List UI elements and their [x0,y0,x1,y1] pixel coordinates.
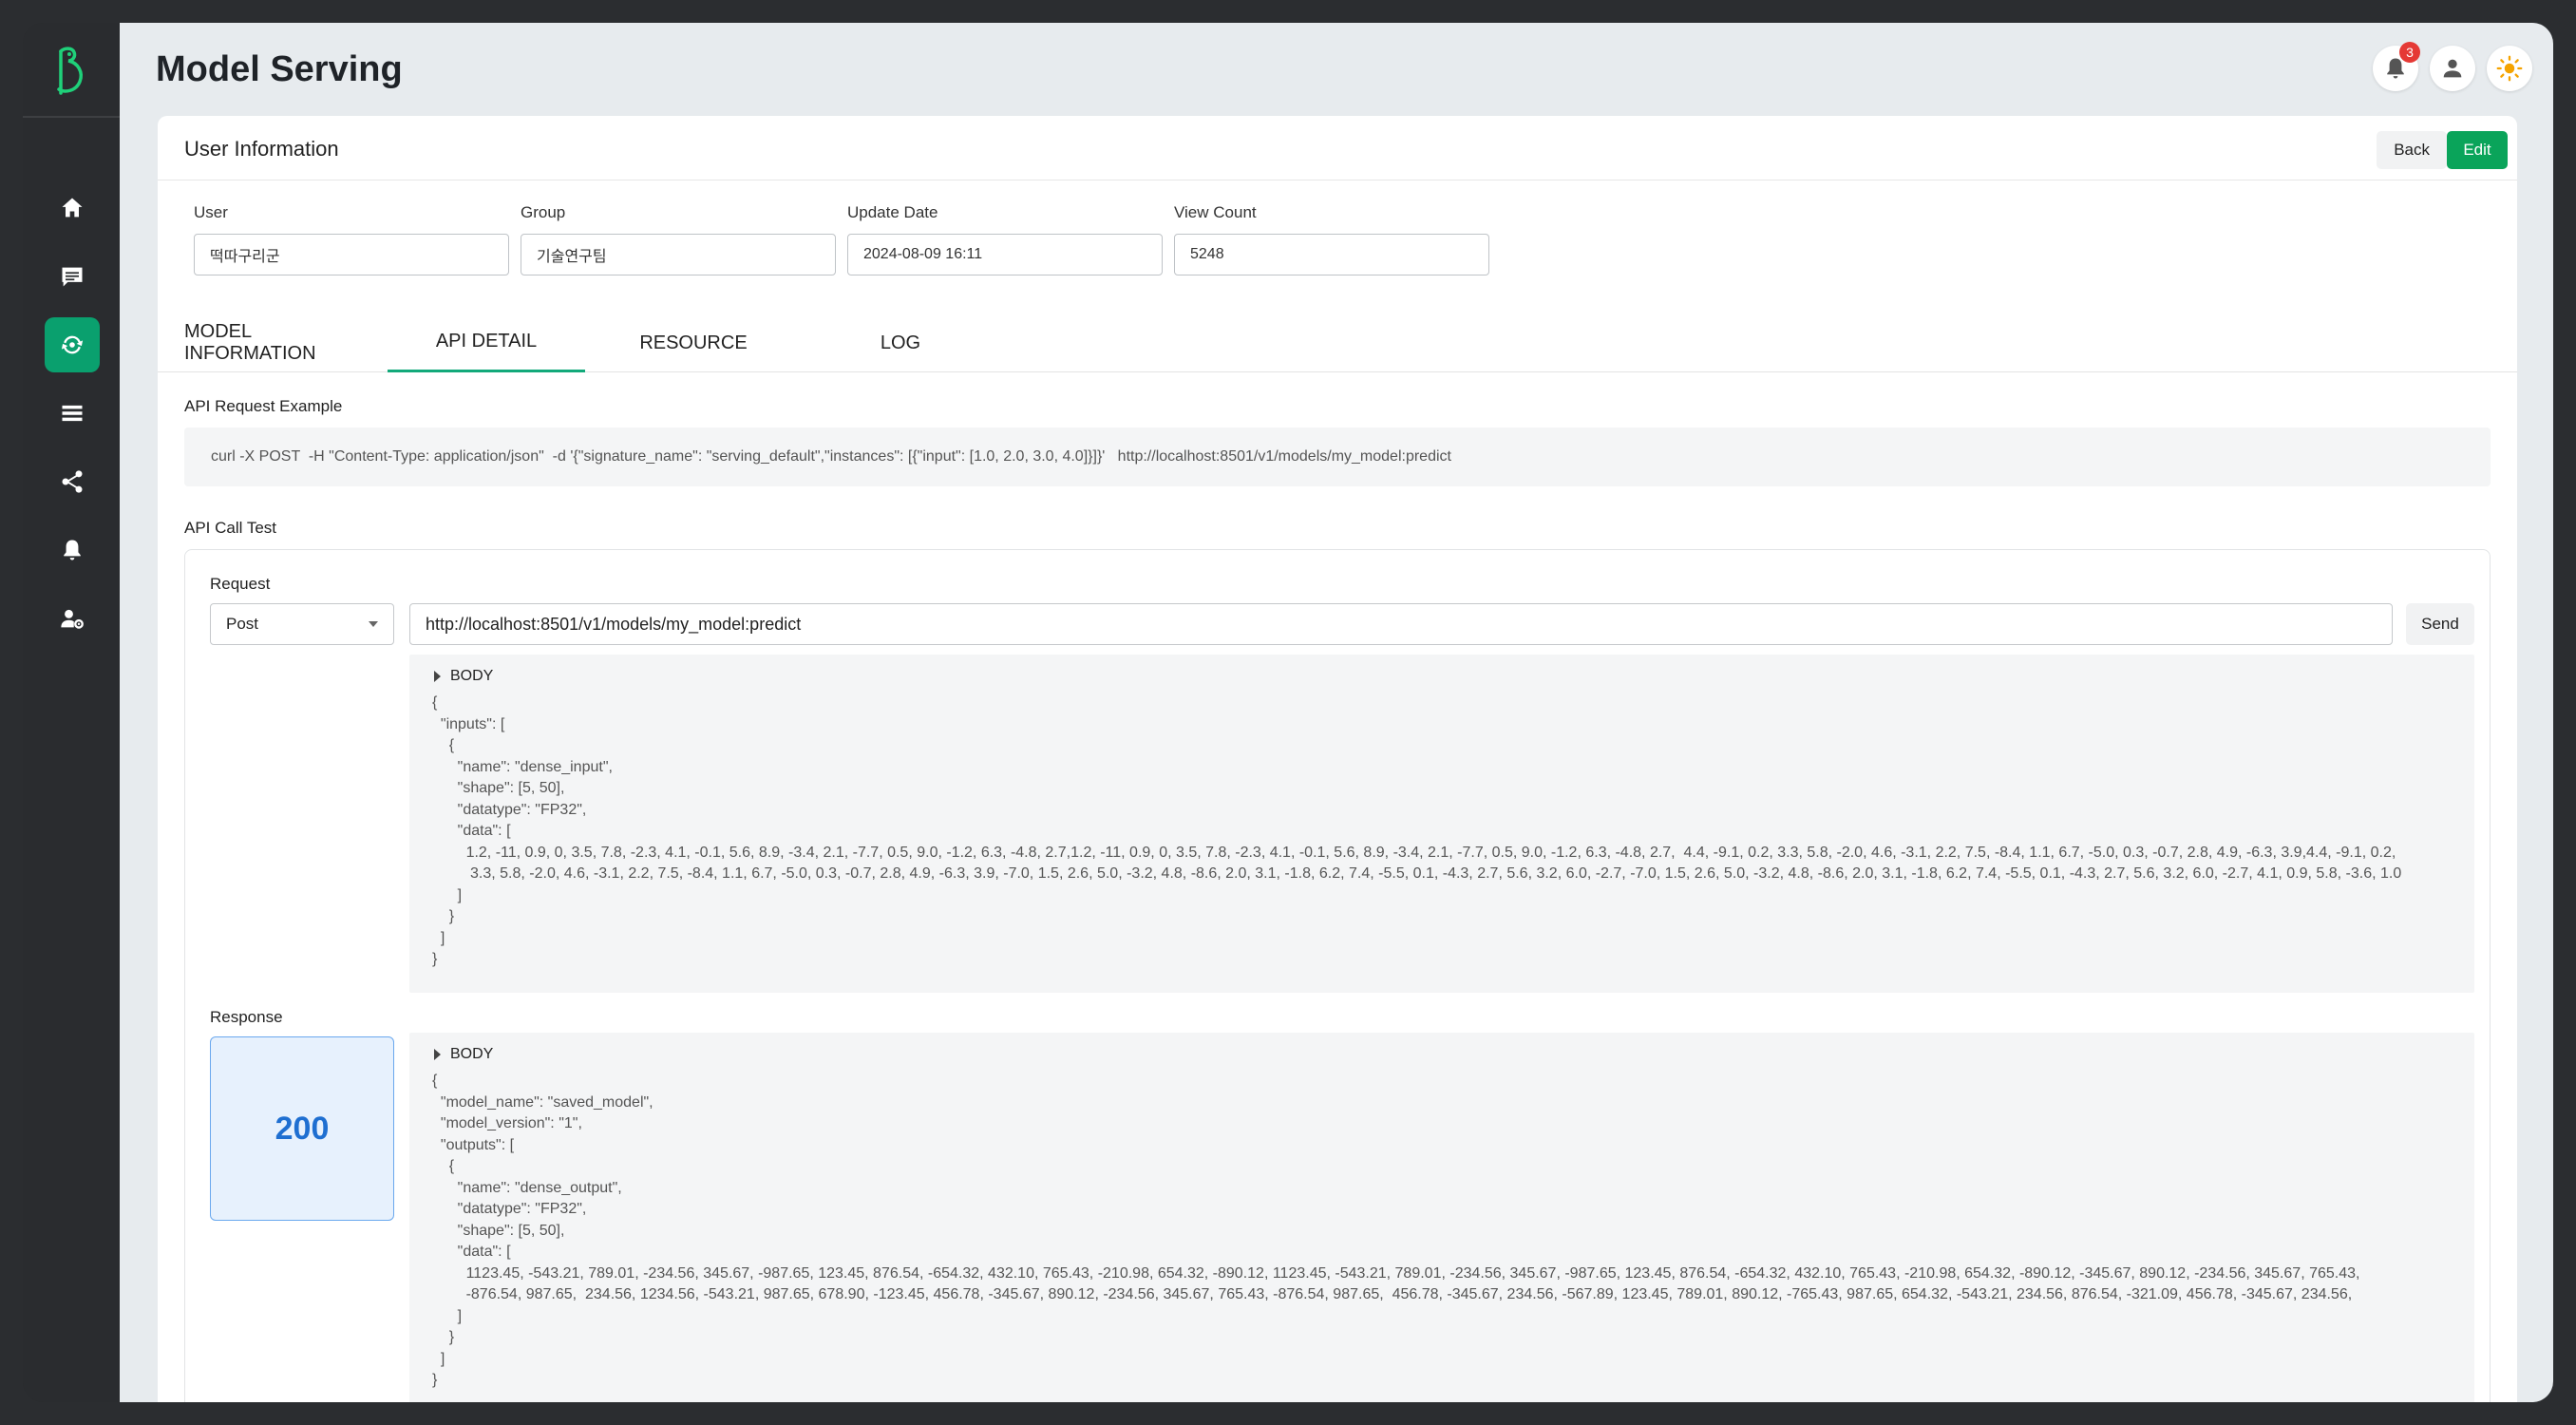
group-field[interactable] [521,234,836,276]
request-label: Request [210,575,271,593]
request-body-label: BODY [450,668,494,684]
sidebar [23,23,120,1402]
list-icon [62,405,83,422]
info-fields: User Group Update Date View Count [194,203,1489,276]
response-body-toggle[interactable]: BODY [434,1046,2450,1063]
caret-down-icon [369,621,378,627]
sidebar-item-share[interactable] [45,454,100,509]
api-call-test-panel: Request Post Send BODY { "inputs": [ { "… [184,549,2491,1402]
update-date-label: Update Date [847,203,938,221]
method-select[interactable]: Post [210,603,394,645]
tab-log[interactable]: LOG [802,314,999,372]
caret-right-icon [434,1049,441,1060]
request-body-toggle[interactable]: BODY [434,668,2450,685]
tab-model-information[interactable]: MODEL INFORMATION [184,314,378,372]
response-body-panel: BODY { "model_name": "saved_model", "mod… [409,1033,2474,1402]
status-code-box: 200 [210,1036,394,1221]
share-icon [62,470,83,493]
back-button[interactable]: Back [2377,131,2447,169]
response-body-code: { "model_name": "saved_model", "model_ve… [432,1073,2360,1388]
api-request-example-label: API Request Example [184,397,343,415]
caret-right-icon [434,671,441,682]
theme-toggle-button[interactable] [2487,46,2532,91]
card-title: User Information [184,137,339,161]
send-button[interactable]: Send [2406,603,2474,645]
tab-resource[interactable]: RESOURCE [595,314,792,372]
message-icon [62,267,83,287]
user-field-group: User [194,203,509,276]
card-header: User Information Back Edit [158,116,2517,180]
sun-icon [2496,55,2523,82]
view-count-field-group: View Count [1174,203,1489,276]
sidebar-item-model-serving[interactable] [45,317,100,372]
sidebar-divider [23,116,120,118]
sync-icon [61,335,84,354]
person-icon [2443,59,2462,78]
sidebar-item-list[interactable] [45,386,100,441]
notification-badge: 3 [2399,42,2420,63]
user-gear-icon [61,609,84,629]
method-value: Post [226,615,259,633]
main-content: Model Serving 3 User Information Back Ed… [120,23,2553,1402]
curl-example: curl -X POST -H "Content-Type: applicati… [184,428,2491,486]
sidebar-item-user-settings[interactable] [45,591,100,646]
request-body-panel: BODY { "inputs": [ { "name": "dense_inpu… [409,655,2474,993]
sidebar-item-notifications[interactable] [45,522,100,578]
header-actions: 3 [2373,42,2532,91]
notification-button[interactable]: 3 [2373,42,2420,91]
edit-button[interactable]: Edit [2447,131,2508,169]
group-field-group: Group [521,203,836,276]
page-title: Model Serving [156,49,403,89]
group-label: Group [521,203,566,221]
profile-button[interactable] [2430,46,2475,91]
app-logo[interactable] [47,44,95,97]
response-label: Response [210,1008,283,1026]
sidebar-item-home[interactable] [45,180,100,236]
app-window: Model Serving 3 User Information Back Ed… [23,23,2553,1402]
user-label: User [194,203,228,221]
url-input[interactable] [409,603,2393,645]
api-call-test-label: API Call Test [184,519,277,537]
home-icon [62,198,83,218]
user-field[interactable] [194,234,509,276]
view-count-field[interactable] [1174,234,1489,276]
detail-tabs: MODEL INFORMATION API DETAIL RESOURCE LO… [158,314,2517,372]
view-count-label: View Count [1174,203,1257,221]
response-body-label: BODY [450,1046,494,1062]
update-date-field[interactable] [847,234,1163,276]
bell-icon [64,540,81,560]
user-information-card: User Information Back Edit User Group Up… [158,116,2517,1402]
update-date-field-group: Update Date [847,203,1163,276]
request-body-code: { "inputs": [ { "name": "dense_input", "… [432,694,2402,967]
tab-api-detail[interactable]: API DETAIL [388,314,585,372]
sidebar-item-board[interactable] [45,249,100,304]
